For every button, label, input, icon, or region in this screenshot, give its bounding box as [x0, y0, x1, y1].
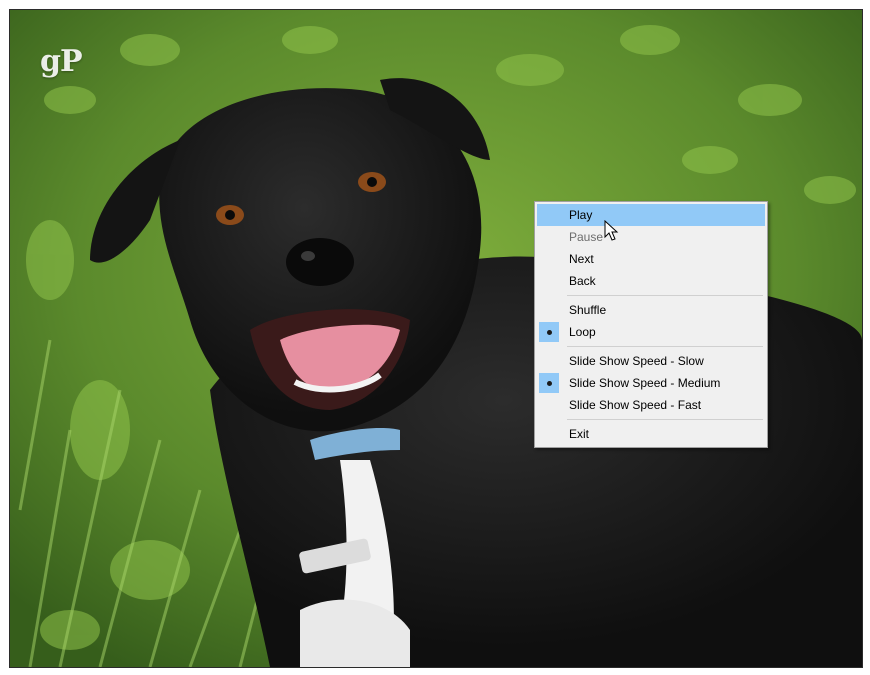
menu-item-label: Slide Show Speed - Slow: [569, 354, 704, 368]
menu-item-speed-slow[interactable]: Slide Show Speed - Slow: [537, 350, 765, 372]
menu-item-label: Next: [569, 252, 594, 266]
menu-item-loop[interactable]: Loop: [537, 321, 765, 343]
menu-item-label: Exit: [569, 427, 590, 441]
menu-item-label: Back: [569, 274, 596, 288]
context-menu: Play Pause Next Back Shuffle Loop Slide …: [534, 201, 768, 448]
watermark-logo: gP: [40, 44, 83, 79]
menu-item-exit[interactable]: Exit: [537, 423, 765, 445]
radio-dot-icon: [539, 322, 559, 342]
menu-separator: [567, 295, 763, 296]
menu-separator: [567, 346, 763, 347]
menu-item-speed-fast[interactable]: Slide Show Speed - Fast: [537, 394, 765, 416]
menu-item-label: Slide Show Speed - Medium: [569, 376, 721, 390]
menu-item-pause: Pause: [537, 226, 765, 248]
menu-item-shuffle[interactable]: Shuffle: [537, 299, 765, 321]
menu-item-label: Shuffle: [569, 303, 607, 317]
menu-item-back[interactable]: Back: [537, 270, 765, 292]
menu-separator: [567, 419, 763, 420]
menu-item-label: Loop: [569, 325, 596, 339]
menu-item-label: Pause: [569, 230, 604, 244]
menu-item-label: Play: [569, 208, 593, 222]
menu-item-play[interactable]: Play: [537, 204, 765, 226]
arrow-cursor-icon: [604, 220, 619, 241]
menu-item-speed-medium[interactable]: Slide Show Speed - Medium: [537, 372, 765, 394]
menu-item-next[interactable]: Next: [537, 248, 765, 270]
radio-dot-icon: [539, 373, 559, 393]
menu-item-label: Slide Show Speed - Fast: [569, 398, 702, 412]
